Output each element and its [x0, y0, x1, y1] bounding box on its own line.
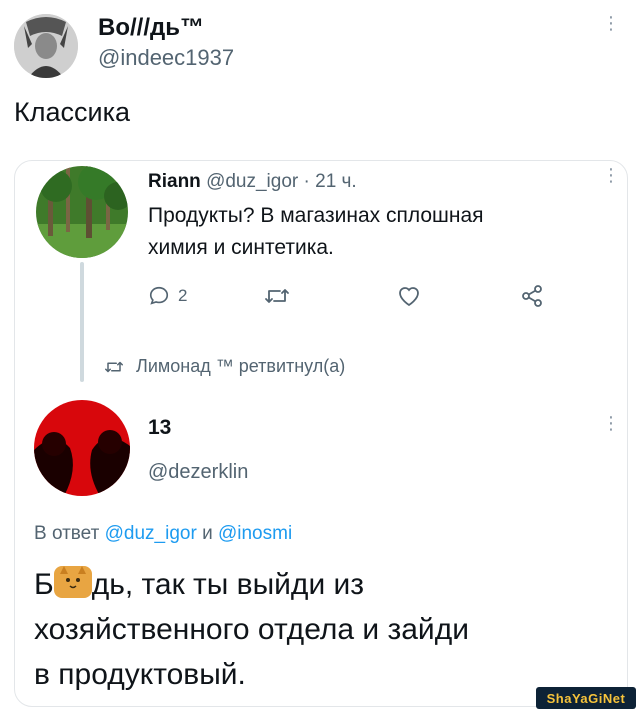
- watermark-text: ShaYaGiNet: [546, 690, 626, 706]
- riann-more-icon[interactable]: ⋮: [602, 166, 620, 184]
- reply-to-and: и: [202, 523, 213, 544]
- riann-display-name[interactable]: Riann: [148, 171, 201, 192]
- reply-to-user-2[interactable]: @inosmi: [218, 523, 292, 544]
- reply-button[interactable]: 2: [148, 284, 187, 308]
- watermark-badge: ShaYaGiNet: [536, 687, 636, 709]
- user13-tweet-text: Б дь, так ты выйди из хозяйственного отд…: [34, 562, 469, 697]
- reply-to-prefix: В ответ: [34, 523, 100, 544]
- text-line1-start: Б: [34, 568, 54, 601]
- retweet-notice[interactable]: Лимонад ™ ретвитнул(а): [104, 356, 345, 377]
- text-line1-rest: дь, так ты выйди из: [91, 568, 365, 601]
- censor-cat-sticker: [53, 566, 92, 598]
- reply-count: 2: [178, 286, 188, 305]
- reply-to-user-1[interactable]: @duz_igor: [105, 523, 197, 544]
- retweet-icon: [265, 289, 289, 303]
- retweet-notice-text: Лимонад ™ ретвитнул(а): [136, 356, 346, 376]
- outer-handle[interactable]: @indeec1937: [98, 45, 234, 71]
- thread-line: [80, 262, 84, 382]
- user13-avatar[interactable]: [34, 400, 130, 496]
- outer-more-icon[interactable]: ⋮: [602, 14, 620, 32]
- riann-timestamp[interactable]: 21 ч.: [315, 171, 357, 192]
- outer-avatar[interactable]: [14, 14, 78, 78]
- user13-text-line-3: в продуктовый.: [34, 658, 246, 691]
- share-icon: [522, 285, 542, 307]
- reply-to-line: В ответ @duz_igor и @inosmi: [34, 522, 292, 546]
- user13-handle[interactable]: @dezerklin: [148, 460, 248, 484]
- heart-icon: [399, 287, 419, 307]
- user13-display-name[interactable]: 13: [148, 416, 171, 440]
- red-figures-image: [34, 400, 130, 496]
- outer-display-name[interactable]: Bo///дь™: [98, 14, 204, 42]
- portrait-image: [14, 14, 78, 78]
- user13-text-line-2: хозяйственного отдела и зайди: [34, 613, 469, 646]
- riann-handle[interactable]: @duz_igor: [206, 171, 298, 192]
- riann-text-line-2: химия и синтетика.: [148, 236, 334, 259]
- user13-text-line-1: Б дь, так ты выйди из: [34, 562, 469, 607]
- retweet-small-icon: [105, 361, 123, 372]
- riann-avatar[interactable]: [36, 166, 128, 258]
- share-button[interactable]: [520, 284, 544, 313]
- retweet-button[interactable]: [264, 284, 290, 313]
- header-separator: ·: [303, 171, 310, 192]
- riann-header: Riann @duz_igor · 21 ч.: [148, 170, 357, 194]
- riann-tweet-text: Продукты? В магазинах сплошная химия и с…: [148, 200, 484, 264]
- user13-more-icon[interactable]: ⋮: [602, 414, 620, 432]
- riann-text-line-1: Продукты? В магазинах сплошная: [148, 204, 484, 227]
- forest-image: [36, 166, 128, 258]
- reply-icon: [149, 286, 169, 305]
- like-button[interactable]: [396, 284, 422, 313]
- outer-tweet-text: Классика: [14, 97, 131, 127]
- cat-icon: [59, 566, 86, 589]
